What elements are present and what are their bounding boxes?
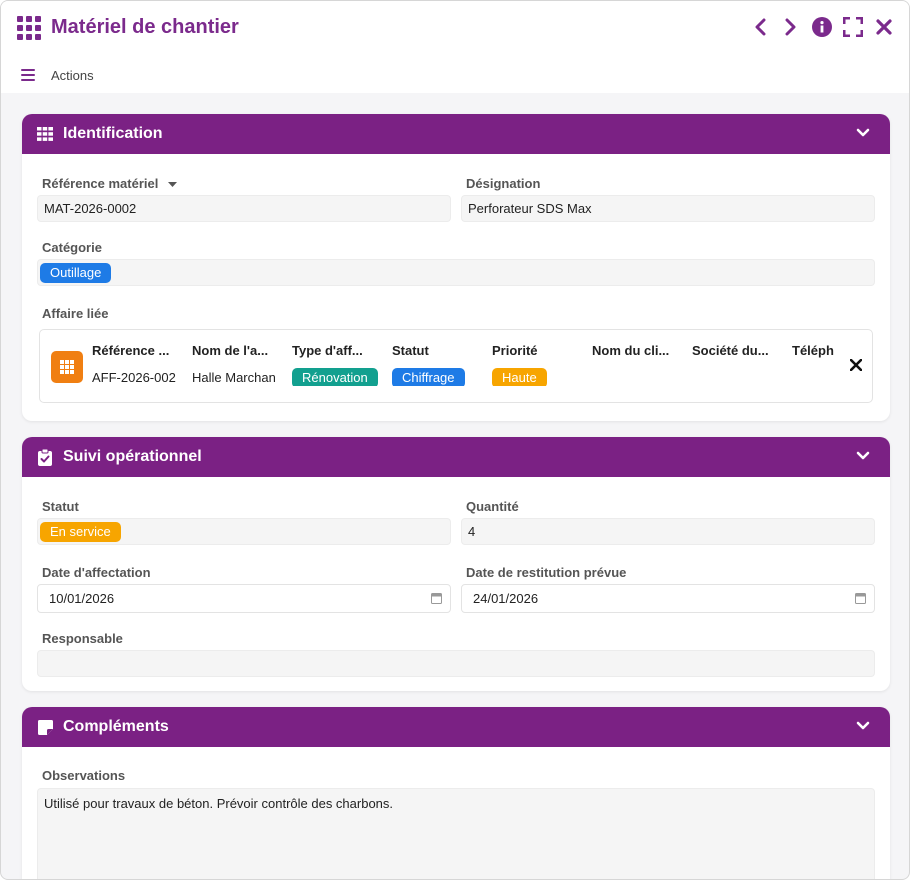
chevron-down-icon[interactable] bbox=[856, 449, 870, 463]
column-header: Priorité bbox=[492, 343, 538, 358]
actions-menu-label[interactable]: Actions bbox=[51, 68, 94, 83]
date-restitution-value: 24/01/2026 bbox=[473, 591, 539, 606]
observations-value: Utilisé pour travaux de béton. Prévoir c… bbox=[44, 796, 394, 811]
designation-value: Perforateur SDS Max bbox=[468, 201, 592, 216]
categorie-label: Catégorie bbox=[42, 240, 102, 255]
affaire-col-reference: Référence ... AFF-2026-002 bbox=[92, 343, 180, 388]
responsable-label: Responsable bbox=[42, 631, 123, 646]
info-icon[interactable] bbox=[811, 15, 833, 39]
calendar-icon[interactable] bbox=[431, 592, 442, 604]
date-restitution-label: Date de restitution prévue bbox=[466, 565, 627, 580]
complements-header[interactable]: Compléments bbox=[22, 707, 890, 747]
observations-label: Observations bbox=[42, 768, 126, 783]
designation-field[interactable]: Perforateur SDS Max bbox=[461, 195, 875, 222]
affaire-grid-icon bbox=[51, 351, 83, 383]
actions-bar: Actions bbox=[21, 65, 94, 85]
affaire-type-cell: Rénovation bbox=[292, 368, 380, 386]
calendar-icon[interactable] bbox=[855, 592, 866, 604]
identification-header[interactable]: Identification bbox=[22, 114, 890, 154]
affaire-col-nom: Nom de l'a... Halle Marchan bbox=[192, 343, 280, 388]
window-title: Matériel de chantier bbox=[51, 16, 239, 38]
quantite-label: Quantité bbox=[466, 499, 519, 514]
fullscreen-icon[interactable] bbox=[842, 15, 864, 39]
affaire-label: Affaire liée bbox=[42, 306, 109, 321]
table-icon bbox=[36, 125, 54, 143]
chevron-down-icon[interactable] bbox=[856, 719, 870, 733]
quantite-field[interactable]: 4 bbox=[461, 518, 875, 545]
affaire-col-client: Nom du cli... bbox=[592, 343, 680, 359]
affaire-nom-value: Halle Marchan bbox=[192, 370, 276, 385]
reference-label-text: Référence matériel bbox=[42, 176, 159, 191]
column-header: Téléph bbox=[792, 343, 834, 358]
identification-panel: Identification Référence matériel MAT-20… bbox=[22, 114, 890, 421]
date-restitution-field[interactable]: 24/01/2026 bbox=[461, 584, 875, 613]
affaire-priorite-cell: Haute bbox=[492, 368, 580, 386]
quantite-value: 4 bbox=[468, 524, 476, 539]
column-header: Type d'aff... bbox=[292, 343, 363, 358]
affaire-statut-badge: Chiffrage bbox=[392, 368, 465, 386]
categorie-badge: Outillage bbox=[40, 262, 112, 283]
clipboard-check-icon bbox=[36, 448, 54, 466]
statut-field[interactable]: En service bbox=[37, 518, 451, 545]
close-icon[interactable] bbox=[873, 15, 895, 39]
observations-textarea[interactable]: Utilisé pour travaux de béton. Prévoir c… bbox=[37, 788, 875, 879]
next-icon[interactable] bbox=[780, 15, 802, 39]
linked-affaire-card[interactable]: Référence ... AFF-2026-002 Nom de l'a...… bbox=[39, 329, 873, 403]
affaire-type-badge: Rénovation bbox=[292, 368, 378, 386]
affaire-col-priorite: Priorité Haute bbox=[492, 343, 580, 386]
affaire-col-societe: Société du... bbox=[692, 343, 780, 359]
suivi-header[interactable]: Suivi opérationnel bbox=[22, 437, 890, 477]
column-header: Référence ... bbox=[92, 343, 170, 358]
date-affectation-value: 10/01/2026 bbox=[49, 591, 115, 606]
column-header: Nom du cli... bbox=[592, 343, 670, 358]
suivi-panel: Suivi opérationnel Statut En service Qua… bbox=[22, 437, 890, 691]
column-header: Société du... bbox=[692, 343, 769, 358]
menu-icon[interactable] bbox=[21, 69, 35, 81]
designation-label: Désignation bbox=[466, 176, 541, 191]
grid-app-icon bbox=[17, 16, 41, 40]
date-affectation-field[interactable]: 10/01/2026 bbox=[37, 584, 451, 613]
chevron-down-icon[interactable] bbox=[856, 126, 870, 140]
categorie-field[interactable]: Outillage bbox=[37, 259, 875, 286]
complements-panel: Compléments Observations Utilisé pour tr… bbox=[22, 707, 890, 879]
affaire-col-type: Type d'aff... Rénovation bbox=[292, 343, 380, 386]
column-header: Statut bbox=[392, 343, 429, 358]
note-icon bbox=[36, 718, 54, 736]
caret-down-icon[interactable] bbox=[167, 181, 177, 188]
affaire-reference-value: AFF-2026-002 bbox=[92, 370, 176, 385]
reference-label: Référence matériel bbox=[42, 176, 177, 191]
affaire-col-telephone: Téléph bbox=[792, 343, 836, 359]
statut-label: Statut bbox=[42, 499, 79, 514]
title-bar-controls bbox=[749, 15, 895, 39]
identification-title: Identification bbox=[63, 125, 163, 142]
title-bar: Matériel de chantier Actions bbox=[1, 1, 909, 93]
statut-badge: En service bbox=[40, 521, 121, 542]
previous-icon[interactable] bbox=[749, 15, 771, 39]
reference-value: MAT-2026-0002 bbox=[44, 201, 137, 216]
suivi-title: Suivi opérationnel bbox=[63, 448, 202, 465]
complements-title: Compléments bbox=[63, 718, 169, 735]
affaire-statut-cell: Chiffrage bbox=[392, 368, 480, 386]
window: Matériel de chantier Actions Identificat… bbox=[0, 0, 910, 880]
reference-field[interactable]: MAT-2026-0002 bbox=[37, 195, 451, 222]
affaire-priorite-badge: Haute bbox=[492, 368, 547, 386]
responsable-field[interactable] bbox=[37, 650, 875, 677]
affaire-col-statut: Statut Chiffrage bbox=[392, 343, 480, 386]
remove-link-icon[interactable] bbox=[850, 359, 862, 371]
date-affectation-label: Date d'affectation bbox=[42, 565, 151, 580]
column-header: Nom de l'a... bbox=[192, 343, 269, 358]
